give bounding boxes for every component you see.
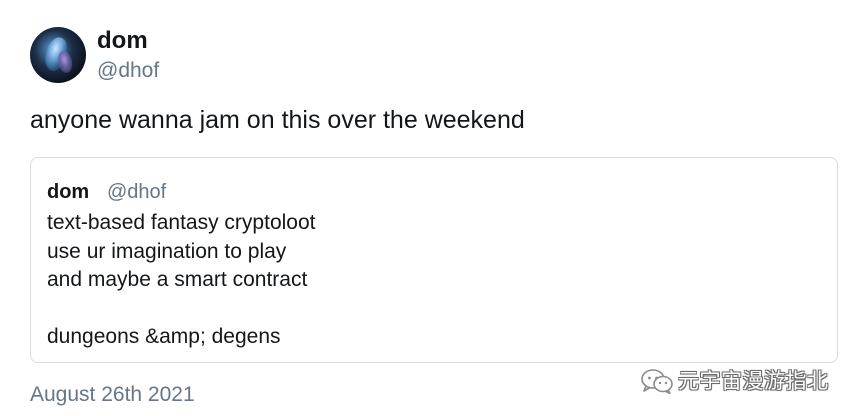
quoted-text-line: dungeons &amp; degens xyxy=(47,325,281,348)
wechat-icon xyxy=(640,368,674,395)
watermark: 元宇宙漫游指北 xyxy=(640,366,829,396)
tweet-card: dom @dhof anyone wanna jam on this over … xyxy=(0,0,859,416)
watermark-text: 元宇宙漫游指北 xyxy=(678,369,829,393)
author-handle[interactable]: @dhof xyxy=(97,58,159,84)
quoted-text-line: text-based fantasy cryptoloot xyxy=(47,211,316,234)
quoted-tweet[interactable]: dom @dhof text-based fantasy cryptoloot … xyxy=(30,157,838,363)
quoted-text-line: use ur imagination to play xyxy=(47,239,287,263)
quoted-author-name: dom xyxy=(47,181,90,203)
quoted-text-line xyxy=(47,295,315,324)
quoted-tweet-text: text-based fantasy cryptoloot use ur ima… xyxy=(47,209,315,352)
tweet-text: anyone wanna jam on this over the weeken… xyxy=(30,106,525,134)
quoted-text-line: and maybe a smart contract xyxy=(47,268,308,291)
quoted-author-handle: @dhof xyxy=(107,181,167,203)
avatar-highlight-secondary xyxy=(55,49,75,75)
author-display-name[interactable]: dom xyxy=(97,27,148,55)
avatar[interactable] xyxy=(30,27,86,83)
tweet-date[interactable]: August 26th 2021 xyxy=(30,382,195,408)
